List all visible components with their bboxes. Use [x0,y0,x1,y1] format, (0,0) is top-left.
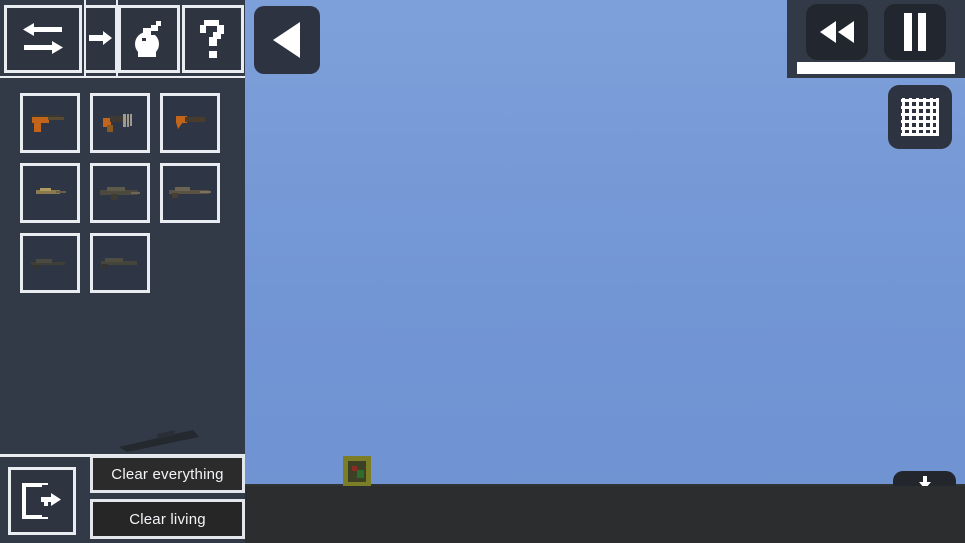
advance-button[interactable] [86,5,118,73]
marksman-rifle-icon [101,258,137,268]
carbine-icon [36,188,66,194]
grenade-icon [135,21,161,57]
battle-rifle-icon [169,187,211,198]
crate-detail-green [357,470,364,478]
ground-overlap-mask [860,486,965,543]
grid-icon [901,98,939,136]
exit-door-icon [22,483,61,519]
weapon-slot-carbine[interactable] [20,163,80,223]
explosives-button[interactable] [118,5,180,73]
dragged-weapon-sprite[interactable] [113,428,201,454]
rewind-button[interactable] [806,4,868,60]
pause-icon [904,13,926,51]
weapon-slot-grid [20,93,235,303]
dragged-rifle-icon [119,430,199,452]
back-button[interactable] [254,6,320,74]
weapon-slot-assault-rifle[interactable] [90,163,150,223]
playback-controls-panel [787,0,965,78]
crate-entity[interactable] [341,456,373,486]
pistol-icon [32,115,64,132]
sniper-rifle-icon [31,259,65,268]
exit-button[interactable] [8,467,76,535]
triangle-left-icon [273,22,300,58]
help-button[interactable] [182,5,244,73]
pause-button[interactable] [884,4,946,60]
weapon-slot-smg[interactable] [90,93,150,153]
question-mark-icon [200,20,224,58]
sidebar-toolbar [0,0,245,78]
weapon-slot-battle-rifle[interactable] [160,163,220,223]
grid-toggle-button[interactable] [888,85,952,149]
time-progress-bar[interactable] [797,62,955,74]
rewind-icon [820,21,854,43]
clear-buttons-group: Clear everything Clear living [90,455,245,539]
inventory-sidebar: Clear everything Clear living [0,0,245,543]
time-progress-fill [797,62,955,74]
arrow-right-icon [88,31,112,45]
sawed-off-icon [176,116,205,129]
toolbar-underline [0,76,245,78]
weapon-slot-marksman-rifle[interactable] [90,233,150,293]
clear-everything-button[interactable]: Clear everything [90,455,245,493]
weapon-slot-sniper-rifle[interactable] [20,233,80,293]
swap-direction-button[interactable] [4,5,82,73]
assault-rifle-icon [100,187,140,200]
weapon-slot-pistol[interactable] [20,93,80,153]
smg-icon [103,114,132,132]
game-screen: Clear everything Clear living [0,0,965,543]
swap-arrows-icon [23,23,63,54]
weapon-slot-sawed-off[interactable] [160,93,220,153]
clear-living-button[interactable]: Clear living [90,499,245,539]
